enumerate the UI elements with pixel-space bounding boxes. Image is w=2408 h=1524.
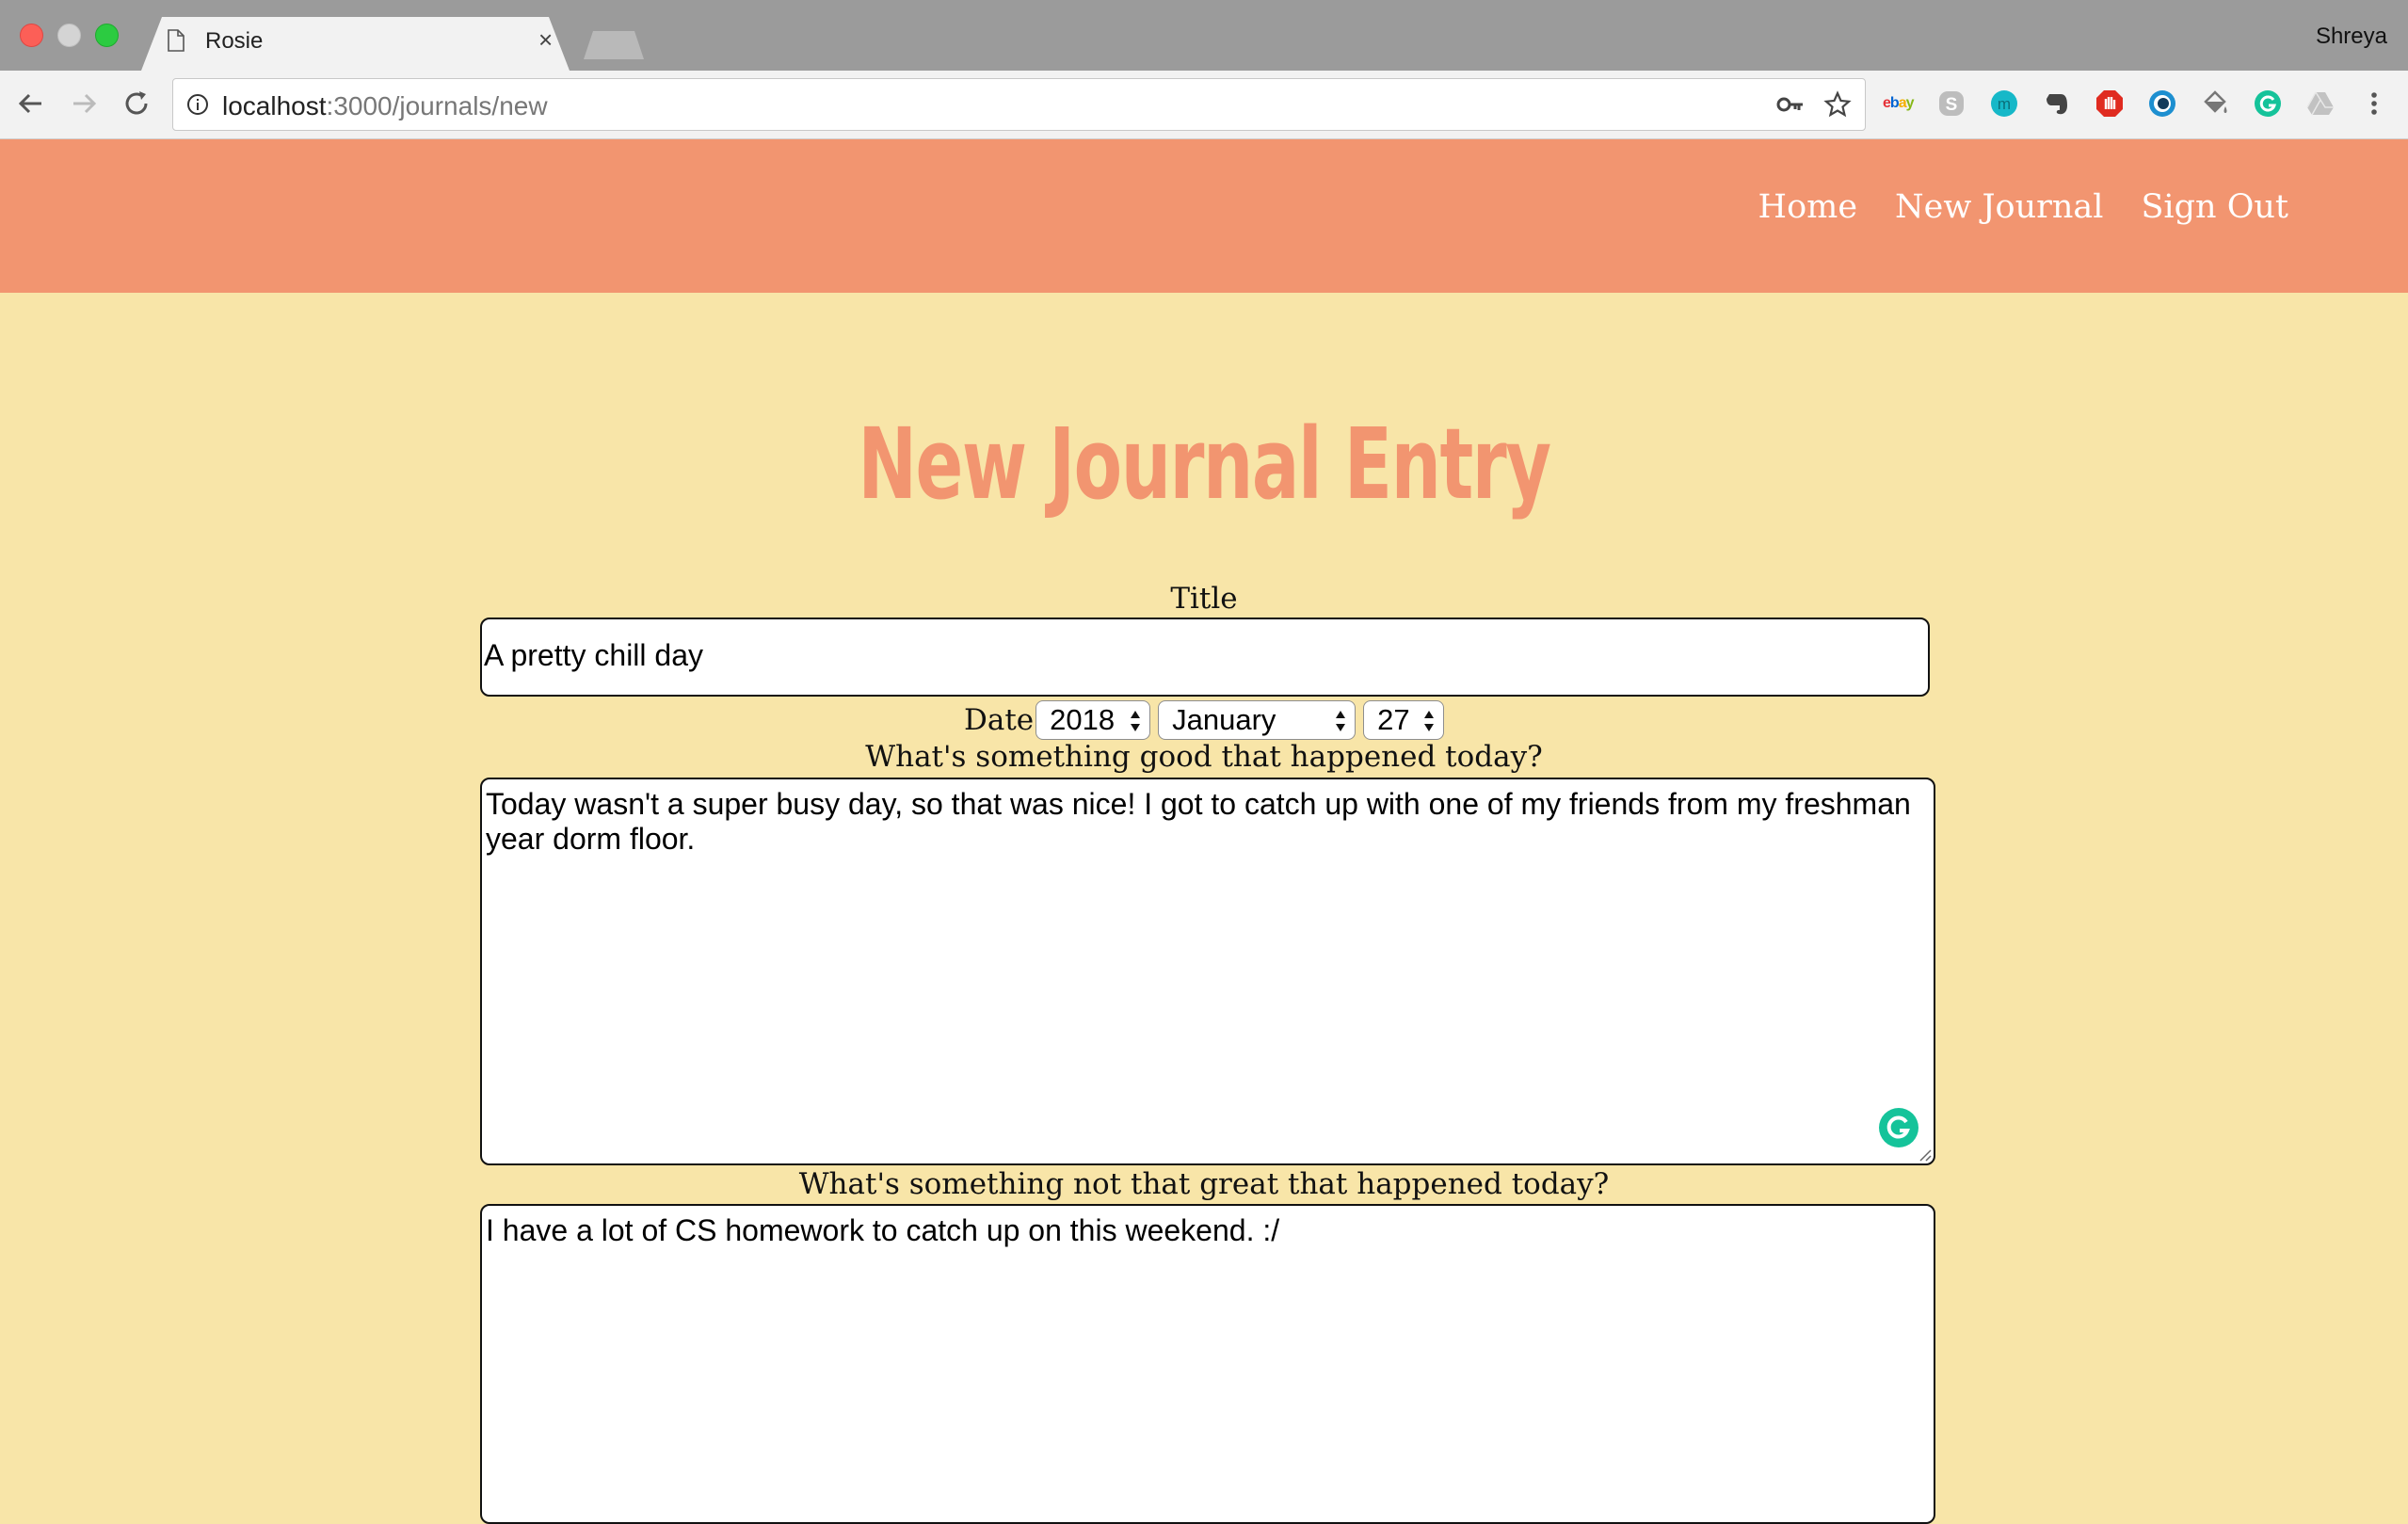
browser-menu-icon[interactable] bbox=[2365, 88, 2384, 119]
select-arrows-icon bbox=[1131, 711, 1141, 731]
date-row: Date 2018 January 27 bbox=[964, 698, 1445, 742]
site-header: Home New Journal Sign Out bbox=[0, 139, 2408, 293]
adblock-icon[interactable] bbox=[2095, 88, 2125, 119]
page-icon bbox=[168, 29, 185, 52]
tab-close-icon[interactable]: × bbox=[538, 27, 553, 52]
nav-sign-out-link[interactable]: Sign Out bbox=[2141, 188, 2288, 226]
year-value: 2018 bbox=[1050, 703, 1116, 736]
maximize-window-button[interactable] bbox=[95, 24, 119, 47]
new-tab-button[interactable] bbox=[584, 31, 644, 59]
nav-new-journal-link[interactable]: New Journal bbox=[1895, 188, 2103, 226]
page-title: New Journal Entry bbox=[858, 407, 1551, 521]
key-icon[interactable] bbox=[1776, 92, 1805, 117]
info-icon[interactable] bbox=[186, 93, 209, 116]
month-value: January bbox=[1172, 703, 1276, 736]
title-input[interactable]: A pretty chill day bbox=[480, 618, 1930, 697]
bad-thing-label: What's something not that great that hap… bbox=[798, 1167, 1610, 1201]
paint-bucket-icon[interactable] bbox=[2200, 88, 2230, 119]
mendeley-icon[interactable]: m bbox=[1989, 88, 2019, 119]
grammarly-icon[interactable] bbox=[1878, 1107, 1919, 1148]
day-select[interactable]: 27 bbox=[1363, 700, 1445, 740]
select-arrows-icon bbox=[1424, 711, 1435, 731]
resize-handle-icon[interactable] bbox=[1917, 1147, 1932, 1162]
day-value: 27 bbox=[1377, 703, 1410, 736]
svg-text:m: m bbox=[1998, 95, 2011, 113]
tracker-icon[interactable] bbox=[2147, 88, 2177, 119]
select-arrows-icon bbox=[1336, 711, 1346, 731]
ebay-icon[interactable]: ebay bbox=[1883, 95, 1914, 112]
url-text[interactable]: localhost:3000/journals/new bbox=[222, 91, 548, 121]
site-nav: Home New Journal Sign Out bbox=[1758, 188, 2288, 226]
forward-arrow-icon[interactable] bbox=[68, 88, 100, 120]
good-thing-textarea[interactable]: Today wasn't a super busy day, so that w… bbox=[480, 778, 1935, 1165]
nav-home-link[interactable]: Home bbox=[1758, 188, 1858, 226]
close-window-button[interactable] bbox=[20, 24, 43, 47]
back-arrow-icon[interactable] bbox=[15, 88, 47, 120]
title-label: Title bbox=[1170, 582, 1238, 616]
month-select[interactable]: January bbox=[1158, 700, 1357, 740]
browser-tab-bar: Rosie × Shreya bbox=[0, 0, 2408, 71]
good-thing-label: What's something good that happened toda… bbox=[865, 740, 1543, 774]
bookmark-star-icon[interactable] bbox=[1823, 90, 1852, 119]
bad-thing-textarea[interactable]: I have a lot of CS homework to catch up … bbox=[480, 1204, 1935, 1524]
evernote-icon[interactable] bbox=[2042, 88, 2072, 119]
profile-name[interactable]: Shreya bbox=[2316, 24, 2387, 50]
url-host: localhost bbox=[222, 91, 327, 120]
drive-icon[interactable] bbox=[2305, 88, 2336, 119]
url-path: :3000/journals/new bbox=[326, 91, 548, 120]
year-select[interactable]: 2018 bbox=[1035, 700, 1151, 740]
skype-icon[interactable]: S bbox=[1936, 88, 1967, 119]
minimize-window-button[interactable] bbox=[57, 24, 81, 47]
address-bar[interactable]: localhost:3000/journals/new bbox=[172, 78, 1866, 131]
svg-text:S: S bbox=[1946, 95, 1958, 115]
date-label: Date bbox=[964, 703, 1035, 737]
grammarly-icon[interactable] bbox=[2253, 88, 2283, 119]
reload-icon[interactable] bbox=[120, 88, 153, 120]
tab-title: Rosie bbox=[205, 28, 264, 54]
